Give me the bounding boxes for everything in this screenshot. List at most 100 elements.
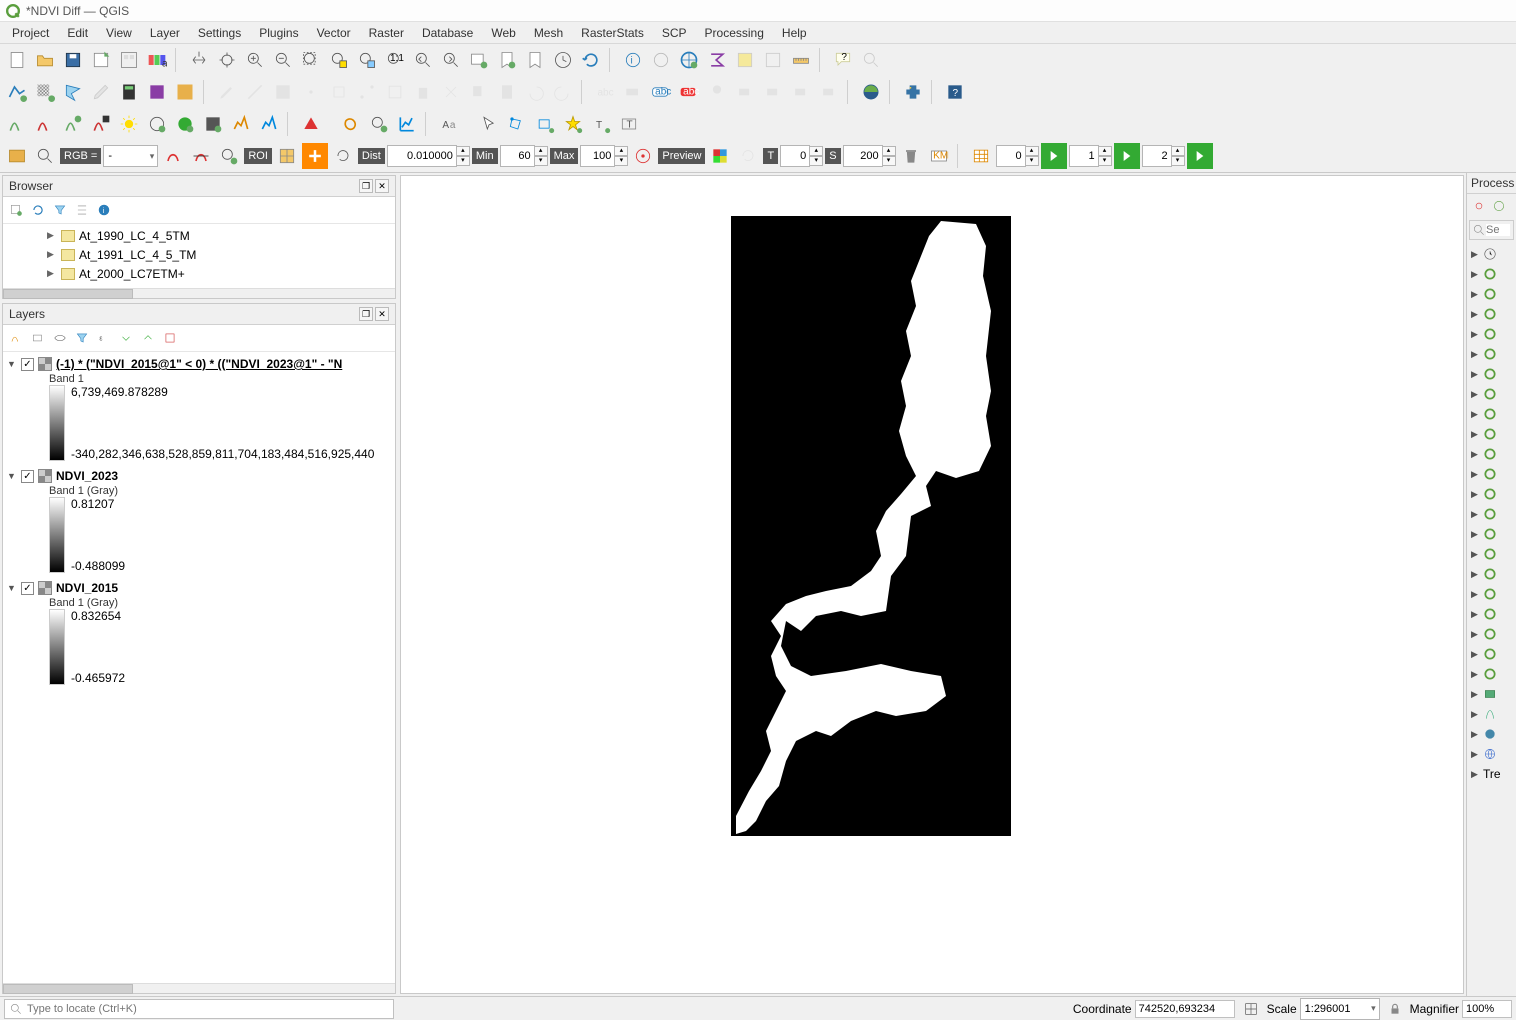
- layer-visibility-checkbox[interactable]: ✓: [21, 358, 34, 371]
- zoom-selection-button[interactable]: [326, 47, 352, 73]
- label-hide-button[interactable]: [788, 79, 814, 105]
- edit-toggle-button[interactable]: [88, 79, 114, 105]
- n1-input[interactable]: ▴▾: [996, 145, 1039, 167]
- layer-name[interactable]: NDVI_2015: [56, 581, 118, 595]
- processing-provider[interactable]: ▶: [1467, 344, 1516, 364]
- add-vector-button[interactable]: [4, 79, 30, 105]
- processing-model[interactable]: ▶: [1467, 744, 1516, 764]
- processing-provider[interactable]: ▶: [1467, 564, 1516, 584]
- redo-button[interactable]: [550, 79, 576, 105]
- zoom-layer-button[interactable]: [354, 47, 380, 73]
- zoom-full-button[interactable]: [298, 47, 324, 73]
- scp-dock-button[interactable]: [4, 143, 30, 169]
- triangle-icon[interactable]: [298, 111, 324, 137]
- zoom-out-button[interactable]: [270, 47, 296, 73]
- scp-zoom-roi-button[interactable]: [216, 143, 242, 169]
- star-button[interactable]: [560, 111, 586, 137]
- coordinate-input[interactable]: [1135, 1000, 1235, 1018]
- scale-combo[interactable]: 1:296001: [1300, 998, 1380, 1020]
- menu-scp[interactable]: SCP: [654, 24, 695, 42]
- label-abc-red-button[interactable]: abc: [676, 79, 702, 105]
- help-button[interactable]: ?: [942, 79, 968, 105]
- deselect-button[interactable]: [760, 47, 786, 73]
- trash-button[interactable]: [898, 143, 924, 169]
- processing-tree-item[interactable]: ▶Tre: [1467, 764, 1516, 784]
- processing-provider[interactable]: ▶: [1467, 404, 1516, 424]
- menu-rasterstats[interactable]: RasterStats: [573, 24, 652, 42]
- osm-button[interactable]: [858, 79, 884, 105]
- processing-button[interactable]: [144, 79, 170, 105]
- line-icon[interactable]: [242, 79, 268, 105]
- menu-view[interactable]: View: [98, 24, 140, 42]
- processing-search-input[interactable]: [1486, 224, 1510, 236]
- scp-settings-button[interactable]: [200, 111, 226, 137]
- select-button[interactable]: [732, 47, 758, 73]
- vertex-tool-button[interactable]: [354, 79, 380, 105]
- t-input[interactable]: ▴▾: [780, 145, 823, 167]
- layer-expand-icon[interactable]: ▼: [7, 359, 17, 369]
- browser-info-button[interactable]: i: [94, 200, 114, 220]
- layers-visibility-button[interactable]: [50, 328, 70, 348]
- layer-visibility-checkbox[interactable]: ✓: [21, 582, 34, 595]
- processing-recent[interactable]: ▶: [1467, 244, 1516, 264]
- zoom-next-button[interactable]: [438, 47, 464, 73]
- bookmarks-button[interactable]: [522, 47, 548, 73]
- processing-gdal[interactable]: ▶: [1467, 684, 1516, 704]
- menu-settings[interactable]: Settings: [190, 24, 249, 42]
- scp-sun-button[interactable]: [116, 111, 142, 137]
- browser-refresh-button[interactable]: [28, 200, 48, 220]
- layers-hscroll[interactable]: [3, 983, 395, 993]
- magnifier-input[interactable]: [1462, 1000, 1512, 1018]
- scp-bandcalc-button[interactable]: [88, 111, 114, 137]
- identify-button[interactable]: i: [620, 47, 646, 73]
- new-print-layout-button[interactable]: [88, 47, 114, 73]
- label-tag-button[interactable]: [620, 79, 646, 105]
- pencil-icon[interactable]: [214, 79, 240, 105]
- search-button[interactable]: [858, 47, 884, 73]
- map-canvas[interactable]: [400, 175, 1464, 994]
- zoom-in-button[interactable]: [242, 47, 268, 73]
- cut-button[interactable]: [438, 79, 464, 105]
- label-rotate-button[interactable]: [760, 79, 786, 105]
- layer-item[interactable]: ▼ ✓ NDVI_2015 Band 1 (Gray) 0.832654 -0.…: [3, 578, 395, 690]
- reshape-button[interactable]: [382, 79, 408, 105]
- n3-input[interactable]: ▴▾: [1142, 145, 1185, 167]
- layers-expand-button[interactable]: [116, 328, 136, 348]
- label-show-button[interactable]: [816, 79, 842, 105]
- locator[interactable]: [4, 999, 394, 1019]
- browser-item[interactable]: ▶At_1990_LC_4_5TM: [3, 226, 395, 245]
- pan-button[interactable]: [186, 47, 212, 73]
- processing-provider[interactable]: ▶: [1467, 284, 1516, 304]
- scp-preprocess-button[interactable]: [60, 111, 86, 137]
- save-edits-button[interactable]: [270, 79, 296, 105]
- add-feature-button[interactable]: [298, 79, 324, 105]
- locator-input[interactable]: [27, 1003, 389, 1015]
- menu-mesh[interactable]: Mesh: [526, 24, 571, 42]
- browser-collapse-button[interactable]: [72, 200, 92, 220]
- refresh-button[interactable]: [578, 47, 604, 73]
- layers-close-button[interactable]: ✕: [375, 307, 389, 321]
- layers-add-group-button[interactable]: [28, 328, 48, 348]
- s-input[interactable]: ▴▾: [843, 145, 896, 167]
- text-button[interactable]: T: [588, 111, 614, 137]
- action-button[interactable]: [648, 47, 674, 73]
- scp-stretch-button[interactable]: [160, 143, 186, 169]
- delete-button[interactable]: [410, 79, 436, 105]
- add-class-button[interactable]: [366, 111, 392, 137]
- draw-poly-button[interactable]: [504, 111, 530, 137]
- menu-help[interactable]: Help: [774, 24, 815, 42]
- processing-provider[interactable]: ▶: [1467, 364, 1516, 384]
- layers-style-button[interactable]: [6, 328, 26, 348]
- save-project-button[interactable]: [60, 47, 86, 73]
- scp-roi-grid-button[interactable]: [274, 143, 300, 169]
- processing-provider[interactable]: ▶: [1467, 484, 1516, 504]
- label-abc-button[interactable]: abc: [592, 79, 618, 105]
- scp-spectral-button[interactable]: [228, 111, 254, 137]
- layer-name[interactable]: NDVI_2023: [56, 469, 118, 483]
- layer-visibility-checkbox[interactable]: ✓: [21, 470, 34, 483]
- processing-saga[interactable]: ▶: [1467, 724, 1516, 744]
- layer-name[interactable]: (-1) * ("NDVI_2015@1" < 0) * (("NDVI_202…: [56, 357, 342, 371]
- layer-item[interactable]: ▼ ✓ NDVI_2023 Band 1 (Gray) 0.81207 -0.4…: [3, 466, 395, 578]
- processing-provider[interactable]: ▶: [1467, 524, 1516, 544]
- menu-processing[interactable]: Processing: [697, 24, 772, 42]
